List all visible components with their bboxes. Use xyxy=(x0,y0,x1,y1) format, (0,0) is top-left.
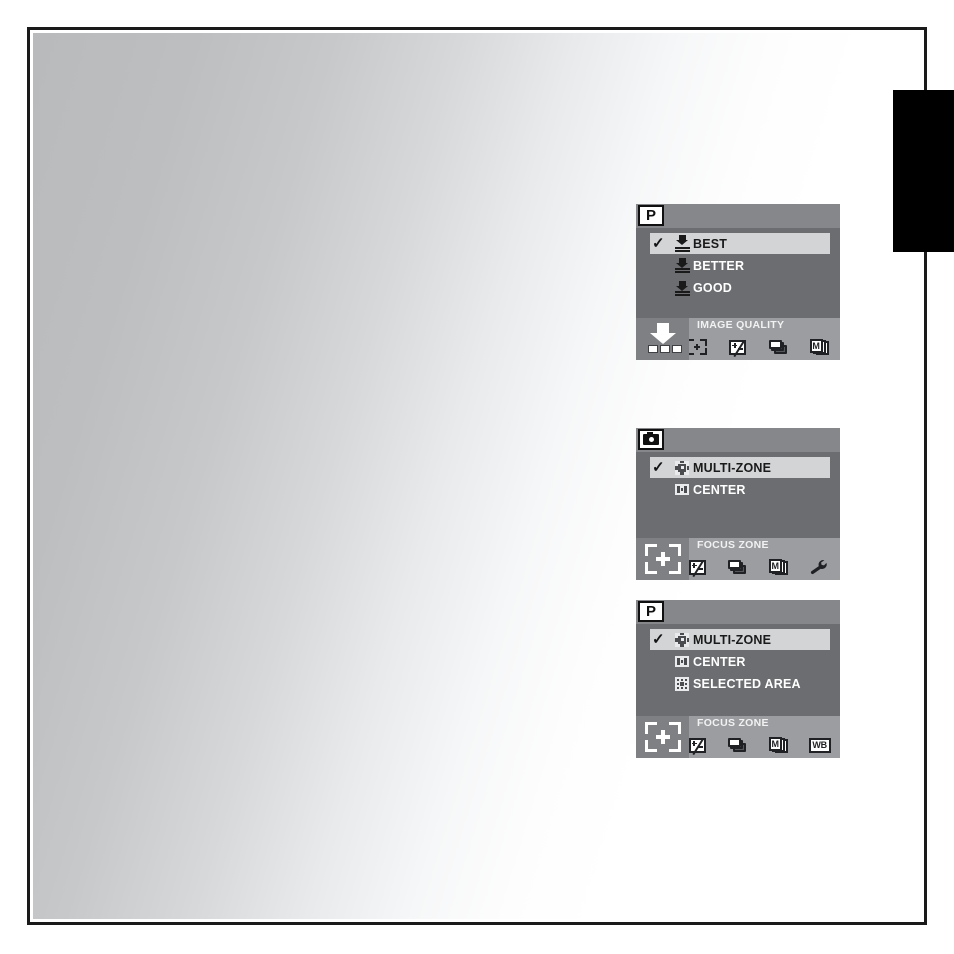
tab-metering[interactable]: M xyxy=(799,334,840,360)
menu-list: ✓ MULTI-ZONE ✓ CENTER xyxy=(636,452,840,500)
active-tab-focus-zone-icon xyxy=(636,716,689,758)
metering-letter: M xyxy=(771,738,780,749)
lcd-panel-focus-zone-camera: ✓ MULTI-ZONE ✓ CENTER FOCUS ZONE xyxy=(636,428,840,580)
burst-drive-icon xyxy=(727,737,748,753)
exposure-compensation-icon xyxy=(729,339,747,357)
menu-item-center[interactable]: ✓ CENTER xyxy=(650,479,830,500)
menu-item-label: BETTER xyxy=(693,258,745,273)
tab-setup[interactable] xyxy=(799,554,840,580)
mode-badge-camera xyxy=(638,429,664,450)
tab-burst-drive[interactable] xyxy=(718,732,759,758)
menu-caption-label: FOCUS ZONE xyxy=(697,717,769,729)
wrench-glyph xyxy=(811,560,827,575)
tab-burst-drive[interactable] xyxy=(758,334,799,360)
quality-good-icon xyxy=(671,280,693,296)
active-tab-focus-zone-icon xyxy=(636,538,689,580)
focus-zone-icon xyxy=(644,544,681,574)
mode-badge-program: P xyxy=(638,205,664,226)
tab-metering[interactable]: M xyxy=(758,732,799,758)
lcd-panel-focus-zone-program: P ✓ MULTI-ZONE ✓ CENTER ✓ SELECTED AREA xyxy=(636,600,840,758)
quality-better-icon xyxy=(671,258,693,273)
lcd-bottom-strip: IMAGE QUALITY M xyxy=(636,318,840,360)
checkmark-icon: ✓ xyxy=(652,459,665,476)
white-balance-icon: WB xyxy=(808,737,831,753)
menu-item-label: CENTER xyxy=(693,654,746,669)
menu-list: ✓ MULTI-ZONE ✓ CENTER ✓ SELECTED AREA xyxy=(636,624,840,694)
quality-best-icon xyxy=(671,235,693,252)
menu-item-center[interactable]: ✓ CENTER xyxy=(650,651,830,672)
lcd-bottom-strip: FOCUS ZONE M xyxy=(636,538,840,580)
menu-item-selected-area[interactable]: ✓ SELECTED AREA xyxy=(650,673,830,694)
menu-item-better[interactable]: ✓ BETTER xyxy=(650,255,830,276)
page-edge-tab-marker xyxy=(893,90,954,252)
checkmark-placeholder: ✓ xyxy=(650,654,671,669)
menu-item-label: MULTI-ZONE xyxy=(693,460,772,475)
tab-white-balance[interactable]: WB xyxy=(799,732,840,758)
checkmark-placeholder: ✓ xyxy=(650,258,671,273)
menu-caption-bar: FOCUS ZONE xyxy=(689,716,840,732)
menu-item-label: GOOD xyxy=(693,280,732,295)
exposure-compensation-icon xyxy=(688,559,706,577)
lcd-panel-image-quality: P ✓ BEST ✓ BETTER ✓ GOOD IMAGE QUALI xyxy=(636,204,840,360)
menu-caption-bar: IMAGE QUALITY xyxy=(689,318,840,334)
mode-badge-program: P xyxy=(638,601,664,622)
exposure-compensation-icon xyxy=(688,737,706,755)
menu-item-multi-zone[interactable]: ✓ MULTI-ZONE xyxy=(650,629,830,650)
metering-pages-icon: M xyxy=(809,339,830,355)
setup-wrench-icon xyxy=(810,559,829,575)
tab-burst-drive[interactable] xyxy=(718,554,759,580)
selected-area-icon xyxy=(671,676,693,691)
metering-pages-icon: M xyxy=(768,737,789,753)
burst-drive-icon xyxy=(727,559,748,575)
camera-icon xyxy=(643,431,659,445)
center-zone-icon xyxy=(671,484,693,495)
lcd-titlebar: P xyxy=(636,600,840,624)
menu-caption-label: FOCUS ZONE xyxy=(697,539,769,551)
multi-zone-icon xyxy=(671,460,693,475)
metering-letter: M xyxy=(771,560,780,571)
menu-caption-label: IMAGE QUALITY xyxy=(697,319,785,331)
checkmark-placeholder: ✓ xyxy=(650,676,671,691)
menu-list: ✓ BEST ✓ BETTER ✓ GOOD xyxy=(636,228,840,298)
tab-metering[interactable]: M xyxy=(758,554,799,580)
checkmark-placeholder: ✓ xyxy=(650,482,671,497)
active-tab-image-quality-icon xyxy=(636,318,689,360)
menu-item-label: CENTER xyxy=(693,482,746,497)
tab-exposure-compensation[interactable] xyxy=(718,334,759,360)
focus-zone-icon xyxy=(687,339,708,355)
menu-item-best[interactable]: ✓ BEST xyxy=(650,233,830,254)
center-zone-icon xyxy=(671,656,693,667)
metering-pages-icon: M xyxy=(768,559,789,575)
multi-zone-icon xyxy=(671,632,693,647)
menu-item-label: SELECTED AREA xyxy=(693,676,801,691)
lcd-bottom-strip: FOCUS ZONE M WB xyxy=(636,716,840,758)
metering-letter: M xyxy=(812,340,820,351)
checkmark-icon: ✓ xyxy=(652,235,665,252)
burst-drive-icon xyxy=(768,339,789,355)
menu-item-good[interactable]: ✓ GOOD xyxy=(650,277,830,298)
lcd-titlebar: P xyxy=(636,204,840,228)
image-quality-icon xyxy=(647,323,682,355)
menu-caption-bar: FOCUS ZONE xyxy=(689,538,840,554)
lcd-titlebar xyxy=(636,428,840,452)
menu-item-label: BEST xyxy=(693,236,728,251)
menu-item-label: MULTI-ZONE xyxy=(693,632,772,647)
checkmark-icon: ✓ xyxy=(652,631,665,648)
checkmark-placeholder: ✓ xyxy=(650,280,671,295)
focus-zone-icon xyxy=(644,722,681,752)
menu-item-multi-zone[interactable]: ✓ MULTI-ZONE xyxy=(650,457,830,478)
